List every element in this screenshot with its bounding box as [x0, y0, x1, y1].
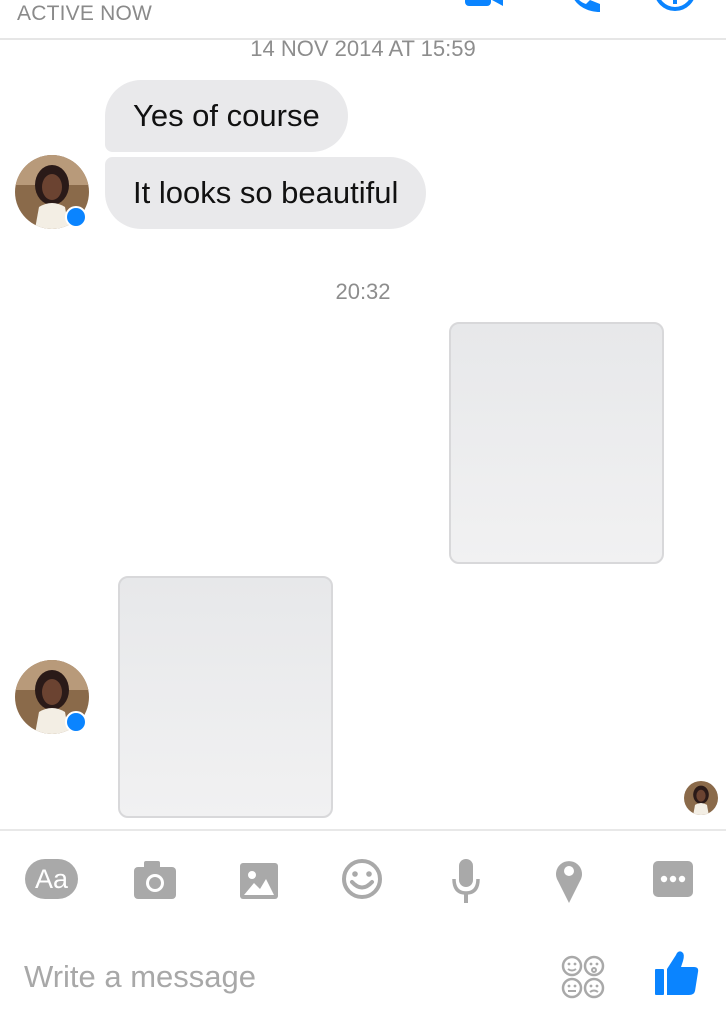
- composer-toolbar: Aa: [0, 829, 726, 925]
- received-photo-placeholder[interactable]: [118, 576, 333, 818]
- location-pin-icon[interactable]: [553, 851, 585, 907]
- seen-avatar: [684, 781, 718, 815]
- emoji-icon[interactable]: [340, 851, 384, 907]
- like-thumbs-up-icon[interactable]: [654, 949, 700, 997]
- video-call-icon[interactable]: [463, 0, 505, 8]
- microphone-icon[interactable]: [450, 851, 482, 907]
- chat-header: ACTIVE NOW: [0, 0, 726, 40]
- info-icon[interactable]: [654, 0, 696, 12]
- message-composer: [0, 925, 726, 1024]
- messenger-badge-icon: [65, 206, 87, 228]
- message-input[interactable]: [24, 953, 524, 1001]
- gallery-icon[interactable]: [238, 851, 280, 907]
- active-status: ACTIVE NOW: [17, 2, 153, 25]
- phone-call-icon[interactable]: [566, 0, 602, 12]
- messenger-badge-icon: [65, 711, 87, 733]
- stickers-icon[interactable]: [560, 955, 606, 999]
- sent-photo-placeholder[interactable]: [449, 322, 664, 564]
- message-timestamp: 20:32: [335, 279, 391, 304]
- message-timestamp: 14 NOV 2014 AT 15:59: [250, 36, 476, 61]
- received-message-bubble[interactable]: It looks so beautiful: [105, 157, 427, 229]
- received-message-bubble[interactable]: Yes of course: [105, 80, 348, 152]
- camera-icon[interactable]: [132, 851, 178, 907]
- more-options-icon[interactable]: [652, 851, 694, 907]
- text-mode-button[interactable]: Aa: [25, 859, 78, 899]
